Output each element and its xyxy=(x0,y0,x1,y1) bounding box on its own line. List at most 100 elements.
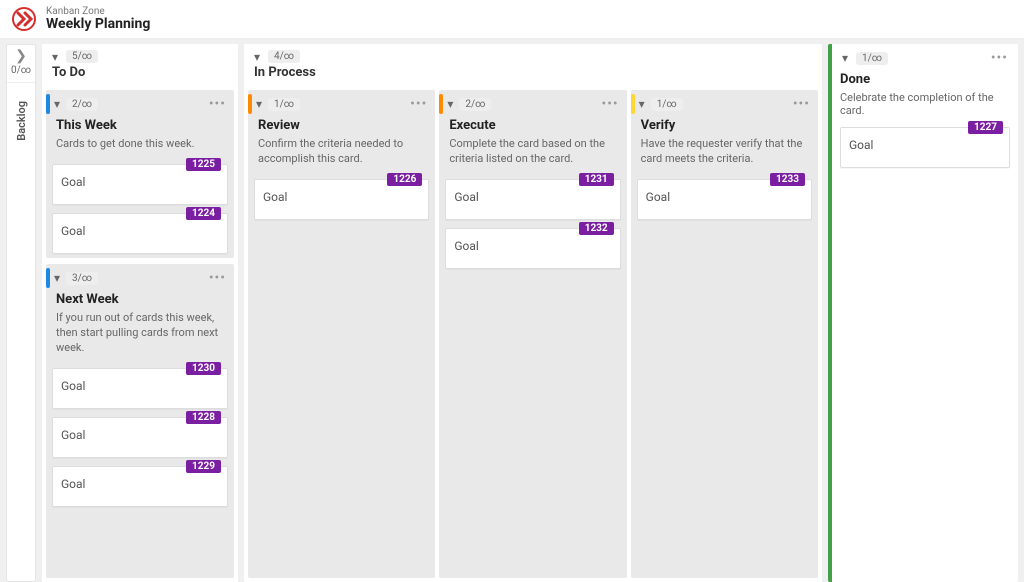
accent-bar xyxy=(46,94,50,114)
card-id-badge: 1233 xyxy=(770,173,805,186)
card[interactable]: 1228 Goal xyxy=(52,417,228,458)
card-label: Goal xyxy=(263,190,287,204)
card-label: Goal xyxy=(61,477,85,491)
column-done-title: Done xyxy=(840,72,1010,87)
subcolumn-desc: Confirm the criteria needed to accomplis… xyxy=(258,137,425,167)
backlog-collapsed[interactable]: ❯ 0/∞ Backlog xyxy=(6,44,36,582)
card-label: Goal xyxy=(849,138,873,152)
card-id-badge: 1229 xyxy=(186,460,221,473)
subcolumn-execute-header[interactable]: ▾ 2/∞ ••• xyxy=(439,90,626,118)
card[interactable]: 1231 Goal xyxy=(445,179,620,220)
subcolumn-count: 1/∞ xyxy=(651,98,683,111)
card-id-badge: 1230 xyxy=(186,362,221,375)
accent-bar xyxy=(631,94,635,114)
card[interactable]: 1229 Goal xyxy=(52,466,228,507)
card[interactable]: 1225 Goal xyxy=(52,164,228,205)
subcolumn-count: 2/∞ xyxy=(459,98,491,111)
subcolumn-count: 2/∞ xyxy=(66,98,98,111)
chevron-down-icon: ▾ xyxy=(54,98,60,110)
subcolumn-title: Verify xyxy=(641,118,808,133)
card-id-badge: 1231 xyxy=(579,173,614,186)
accent-bar xyxy=(46,268,50,288)
chevron-down-icon: ▾ xyxy=(54,272,60,284)
column-done-desc: Celebrate the completion of the card. xyxy=(840,91,1010,117)
chevron-right-icon: ❯ xyxy=(15,49,27,63)
more-icon[interactable]: ••• xyxy=(209,270,226,286)
column-in-process-header[interactable]: ▾ 4/∞ xyxy=(244,44,822,65)
subcolumn-next-week: ▾ 3/∞ ••• Next Week If you run out of ca… xyxy=(46,264,234,578)
column-done-header[interactable]: ▾ 1/∞ ••• xyxy=(832,44,1018,68)
card[interactable]: 1233 Goal xyxy=(637,179,812,220)
subcolumn-verify-header[interactable]: ▾ 1/∞ ••• xyxy=(631,90,818,118)
subcolumn-next-week-header[interactable]: ▾ 3/∞ ••• xyxy=(46,264,234,292)
header-titles: Kanban Zone Weekly Planning xyxy=(46,6,150,32)
header-title: Weekly Planning xyxy=(46,17,150,32)
more-icon[interactable]: ••• xyxy=(209,96,226,112)
chevron-down-icon: ▾ xyxy=(254,51,260,63)
more-icon[interactable]: ••• xyxy=(601,96,618,112)
more-icon[interactable]: ••• xyxy=(793,96,810,112)
chevron-down-icon: ▾ xyxy=(52,51,58,63)
subcolumn-count: 3/∞ xyxy=(66,272,98,285)
card[interactable]: 1226 Goal xyxy=(254,179,429,220)
chevron-down-icon: ▾ xyxy=(256,98,262,110)
accent-bar xyxy=(439,94,443,114)
card-label: Goal xyxy=(646,190,670,204)
columns: ▾ 5/∞ To Do ▾ 2/∞ ••• xyxy=(42,44,1018,582)
subcolumn-desc: If you run out of cards this week, then … xyxy=(56,311,224,356)
backlog-label: Backlog xyxy=(15,101,28,141)
board: ❯ 0/∞ Backlog ▾ 5/∞ To Do ▾ xyxy=(0,38,1024,582)
subcolumn-execute: ▾ 2/∞ ••• Execute Complete the card base… xyxy=(439,90,626,578)
card-id-badge: 1228 xyxy=(186,411,221,424)
todo-stack: ▾ 2/∞ ••• This Week Cards to get done th… xyxy=(46,90,234,578)
card-label: Goal xyxy=(61,175,85,189)
chevron-down-icon: ▾ xyxy=(842,52,848,64)
card-label: Goal xyxy=(454,239,478,253)
column-todo: ▾ 5/∞ To Do ▾ 2/∞ ••• xyxy=(42,44,238,582)
card[interactable]: 1227 Goal xyxy=(840,127,1010,168)
app-header: Kanban Zone Weekly Planning xyxy=(0,0,1024,38)
accent-bar xyxy=(248,94,252,114)
subcolumn-this-week: ▾ 2/∞ ••• This Week Cards to get done th… xyxy=(46,90,234,258)
card-label: Goal xyxy=(61,428,85,442)
subcolumn-this-week-header[interactable]: ▾ 2/∞ ••• xyxy=(46,90,234,118)
card[interactable]: 1232 Goal xyxy=(445,228,620,269)
column-in-process-count: 4/∞ xyxy=(268,50,300,63)
card-id-badge: 1226 xyxy=(387,173,422,186)
backlog-expand[interactable]: ❯ 0/∞ xyxy=(7,45,35,83)
card-id-badge: 1227 xyxy=(968,121,1003,134)
chevron-down-icon: ▾ xyxy=(447,98,453,110)
subcolumn-desc: Cards to get done this week. xyxy=(56,137,224,152)
column-todo-count: 5/∞ xyxy=(66,50,98,63)
card[interactable]: 1224 Goal xyxy=(52,213,228,254)
card-label: Goal xyxy=(61,224,85,238)
subcolumn-desc: Have the requester verify that the card … xyxy=(641,137,808,167)
subcolumn-title: This Week xyxy=(56,118,224,133)
subcolumn-count: 1/∞ xyxy=(268,98,300,111)
subcolumn-review: ▾ 1/∞ ••• Review Confirm the criteria ne… xyxy=(248,90,435,578)
card-list: 1227 Goal xyxy=(840,127,1010,168)
column-done: ▾ 1/∞ ••• Done Celebrate the completion … xyxy=(828,44,1018,582)
card-id-badge: 1232 xyxy=(579,222,614,235)
card[interactable]: 1230 Goal xyxy=(52,368,228,409)
subcolumn-desc: Complete the card based on the criteria … xyxy=(449,137,616,167)
subcolumn-title: Next Week xyxy=(56,292,224,307)
subcolumn-review-header[interactable]: ▾ 1/∞ ••• xyxy=(248,90,435,118)
subcolumn-verify: ▾ 1/∞ ••• Verify Have the requester veri… xyxy=(631,90,818,578)
column-in-process: ▾ 4/∞ In Process ▾ 1/∞ ••• Review xyxy=(244,44,822,582)
card-list: 1226 Goal xyxy=(248,175,435,224)
subcolumn-title: Review xyxy=(258,118,425,133)
more-icon[interactable]: ••• xyxy=(991,50,1008,66)
card-id-badge: 1224 xyxy=(186,207,221,220)
card-label: Goal xyxy=(454,190,478,204)
column-in-process-title: In Process xyxy=(254,65,812,80)
column-todo-header[interactable]: ▾ 5/∞ xyxy=(42,44,238,65)
card-list: 1233 Goal xyxy=(631,175,818,224)
more-icon[interactable]: ••• xyxy=(410,96,427,112)
card-label: Goal xyxy=(61,379,85,393)
column-done-count: 1/∞ xyxy=(856,52,888,65)
card-list: 1225 Goal 1224 Goal xyxy=(46,160,234,258)
app-logo xyxy=(12,7,36,31)
card-id-badge: 1225 xyxy=(186,158,221,171)
card-list: 1230 Goal 1228 Goal 1229 Goal xyxy=(46,364,234,511)
